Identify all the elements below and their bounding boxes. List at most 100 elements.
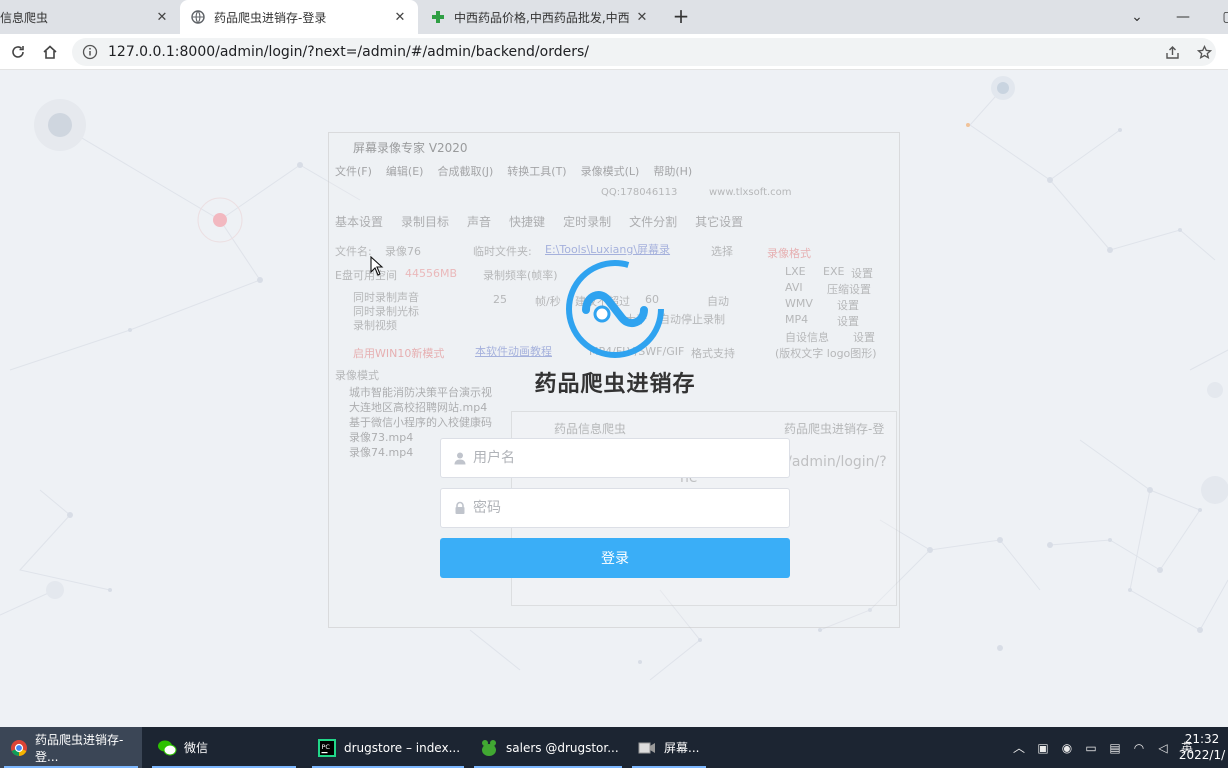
tab-login[interactable]: 药品爬虫进销存-登录 ✕ bbox=[180, 0, 418, 34]
display-icon[interactable]: ▤ bbox=[1106, 741, 1124, 755]
overlay-fps-value: 25 bbox=[493, 293, 507, 306]
taskbar-item-navicat[interactable]: salers @drugstor... bbox=[470, 727, 626, 768]
home-icon[interactable] bbox=[38, 40, 62, 64]
wifi-icon[interactable]: ◠ bbox=[1130, 741, 1148, 755]
overlay-disk-label: E盘可用空间 bbox=[335, 269, 397, 282]
overlay-menu-item: 编辑(E) bbox=[385, 165, 424, 178]
username-field[interactable] bbox=[440, 438, 790, 478]
overlay-menu-item: 帮助(H) bbox=[653, 165, 693, 178]
overlay-menu-item: 录像模式(L) bbox=[580, 165, 640, 178]
share-icon[interactable] bbox=[1160, 40, 1184, 64]
overlay-select-label: 选择 bbox=[711, 245, 733, 258]
overlay-format-label: 录像格式 bbox=[767, 247, 811, 260]
mouse-cursor-icon bbox=[370, 256, 384, 276]
tab-drug-prices[interactable]: 中西药品价格,中西药品批发,中西 ✕ bbox=[420, 0, 660, 34]
taskbar-item-chrome[interactable]: 药品爬虫进销存-登... bbox=[0, 727, 142, 768]
tab-title: 信息爬虫 bbox=[0, 10, 49, 25]
tab-title: 药品爬虫进销存-登录 bbox=[214, 10, 327, 25]
close-icon[interactable]: ✕ bbox=[154, 10, 170, 25]
overlay-menu-item: 合成截取(J) bbox=[437, 165, 494, 178]
star-icon[interactable] bbox=[1192, 40, 1216, 64]
overlay-format-setting: 设置 bbox=[851, 267, 873, 280]
overlay-record-mode: 录像模式 bbox=[335, 369, 379, 382]
overlay-title: 屏幕录像专家 V2020 bbox=[353, 141, 468, 155]
overlay-tab: 快捷键 bbox=[509, 215, 546, 229]
overlay-file: 基于微信小程序的入校健康码 bbox=[349, 416, 492, 429]
volume-icon[interactable]: ◁ bbox=[1154, 741, 1172, 755]
overlay-stop-value: 自动停止录制 bbox=[659, 313, 725, 326]
taskbar-item-wechat[interactable]: 微信 bbox=[148, 727, 300, 768]
overlay-menu: 文件(F) 编辑(E) 合成截取(J) 转换工具(T) 录像模式(L) 帮助(H… bbox=[335, 163, 692, 179]
info-icon[interactable] bbox=[82, 44, 98, 60]
overlay-format-setting: 设置 bbox=[837, 315, 859, 328]
login-title: 药品爬虫进销存 bbox=[534, 372, 696, 397]
reload-icon[interactable] bbox=[6, 40, 30, 64]
overlay-fps-unit: 帧/秒 bbox=[535, 295, 561, 308]
tab-search-icon[interactable]: ⌄ bbox=[1114, 0, 1160, 34]
app-logo-icon bbox=[566, 260, 664, 358]
overlay-format-setting: 压缩设置 bbox=[827, 283, 871, 296]
clock[interactable]: 21:32 2022/1/ bbox=[1176, 731, 1228, 763]
lock-icon bbox=[453, 501, 467, 515]
overlay-format: WMV bbox=[785, 297, 813, 310]
taskbar-item-pycharm[interactable]: PC drugstore – index... bbox=[308, 727, 468, 768]
overlay-tutorial-link: 本软件动画教程 bbox=[475, 345, 552, 358]
overlay-tab: 定时录制 bbox=[563, 215, 612, 229]
minimize-icon[interactable]: — bbox=[1160, 0, 1206, 34]
new-tab-button[interactable]: + bbox=[668, 4, 694, 30]
overlay-menu-item: 转换工具(T) bbox=[507, 165, 567, 178]
battery-icon[interactable]: ▭ bbox=[1082, 741, 1100, 755]
overlay-format-setting: 设置 bbox=[837, 299, 859, 312]
globe-icon bbox=[190, 9, 206, 25]
overlay-tab: 录制目标 bbox=[401, 215, 450, 229]
wechat-icon bbox=[156, 737, 178, 759]
tab-strip: 信息爬虫 ✕ 药品爬虫进销存-登录 ✕ 中西药品价格,中西药品批发,中西 ✕ +… bbox=[0, 0, 1228, 34]
tab-info-crawler[interactable]: 信息爬虫 ✕ bbox=[0, 0, 180, 34]
overlay-tab: 其它设置 bbox=[695, 215, 744, 229]
chevron-up-icon[interactable]: ︿ bbox=[1010, 739, 1028, 756]
navicat-icon bbox=[478, 737, 500, 759]
login-page: 屏幕录像专家 V2020 文件(F) 编辑(E) 合成截取(J) 转换工具(T)… bbox=[0, 70, 1228, 727]
recorder-tray-icon[interactable]: ▣ bbox=[1034, 741, 1052, 755]
overlay-tab: 文件分割 bbox=[629, 215, 678, 229]
overlay-inner-tab: 药品信息爬虫 bbox=[554, 422, 627, 436]
login-button[interactable]: 登录 bbox=[440, 538, 790, 578]
pycharm-icon: PC bbox=[316, 737, 338, 759]
overlay-tab: 声音 bbox=[467, 215, 492, 229]
username-input[interactable] bbox=[473, 440, 789, 476]
overlay-option: 录制视频 bbox=[353, 319, 397, 332]
overlay-qq: QQ:178046113 bbox=[601, 187, 678, 198]
taskbar-item-label: 屏幕... bbox=[664, 741, 700, 755]
taskbar-item-label: drugstore – index... bbox=[344, 740, 461, 755]
overlay-format: EXE bbox=[823, 265, 845, 278]
close-icon[interactable]: ✕ bbox=[634, 10, 650, 25]
chrome-icon bbox=[8, 737, 29, 759]
overlay-auto-label: 自动 bbox=[707, 295, 729, 308]
overlay-inner-tab: 药品爬虫进销存-登 bbox=[784, 422, 885, 436]
taskbar-item-recorder[interactable]: 屏幕... bbox=[628, 727, 710, 768]
password-field[interactable] bbox=[440, 488, 790, 528]
overlay-disk-value: 44556MB bbox=[405, 267, 458, 280]
qq-tray-icon[interactable]: ◉ bbox=[1058, 741, 1076, 755]
overlay-custom-info: 自设信息 bbox=[785, 331, 829, 344]
address-bar: 127.0.0.1:8000/admin/login/?next=/admin/… bbox=[0, 34, 1228, 70]
overlay-format-support: 格式支持 bbox=[691, 347, 735, 360]
taskbar: 药品爬虫进销存-登... 微信 PC drugstore – index... … bbox=[0, 727, 1228, 768]
url-omnibox[interactable]: 127.0.0.1:8000/admin/login/?next=/admin/… bbox=[72, 38, 1216, 66]
password-input[interactable] bbox=[473, 490, 789, 526]
taskbar-item-label: 药品爬虫进销存-登... bbox=[35, 732, 124, 764]
overlay-tempdir-value: E:\Tools\Luxiang\屏幕录 bbox=[545, 243, 671, 256]
overlay-format: AVI bbox=[785, 281, 803, 294]
overlay-filename-value: 录像76 bbox=[385, 245, 421, 258]
taskbar-item-label: salers @drugstor... bbox=[506, 740, 619, 755]
url-text[interactable]: 127.0.0.1:8000/admin/login/?next=/admin/… bbox=[108, 44, 589, 60]
overlay-tempdir-label: 临时文件夹: bbox=[473, 245, 532, 258]
tab-title: 中西药品价格,中西药品批发,中西 bbox=[454, 10, 630, 25]
system-tray: ︿ ▣ ◉ ▭ ▤ ◠ ◁ 英 bbox=[1010, 727, 1202, 768]
overlay-format: LXE bbox=[785, 265, 806, 278]
taskbar-item-label: 微信 bbox=[184, 741, 209, 755]
close-icon[interactable]: ✕ bbox=[392, 10, 408, 25]
maximize-icon[interactable]: ▢ bbox=[1206, 0, 1228, 34]
overlay-site: www.tlxsoft.com bbox=[709, 187, 792, 198]
recorder-icon bbox=[636, 737, 658, 759]
